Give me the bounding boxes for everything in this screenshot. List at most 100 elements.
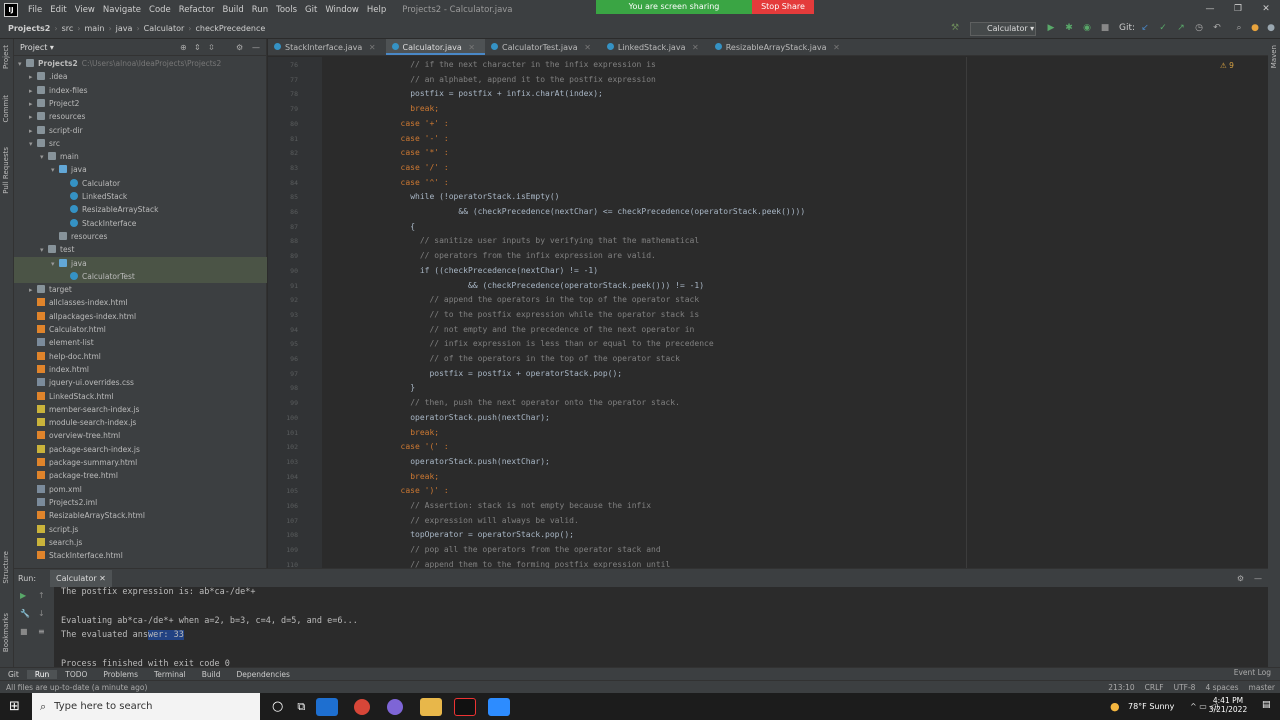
tree-item[interactable]: ▾ java: [14, 256, 267, 270]
bottom-tab[interactable]: Problems: [95, 670, 146, 679]
git-commit-icon[interactable]: ✓: [1158, 23, 1168, 33]
tree-expand-icon[interactable]: ▸: [29, 111, 37, 124]
tree-item[interactable]: ▾ src: [14, 137, 267, 150]
breadcrumb-item[interactable]: checkPrecedence: [191, 24, 269, 33]
intellij-taskbar-icon[interactable]: [454, 697, 477, 716]
settings-gear-icon[interactable]: ⚙: [1237, 574, 1244, 583]
editor-tab[interactable]: LinkedStack.java ✕: [601, 39, 709, 55]
file-explorer-icon[interactable]: [420, 697, 443, 716]
rerun-icon[interactable]: ▶: [20, 591, 26, 600]
tree-item[interactable]: index.html: [14, 363, 267, 376]
run-icon[interactable]: ▶: [1046, 23, 1056, 33]
tree-item[interactable]: CalculatorTest: [14, 269, 267, 283]
tree-item[interactable]: allclasses-index.html: [14, 296, 267, 309]
tree-item[interactable]: ▾ test: [14, 243, 267, 256]
tree-expand-icon[interactable]: ▸: [29, 98, 37, 111]
close-tab-icon[interactable]: ✕: [689, 43, 699, 52]
search-everywhere-icon[interactable]: ⌕: [1234, 23, 1244, 33]
close-tab-icon[interactable]: ✕: [831, 43, 840, 52]
tree-item[interactable]: ResizableArrayStack: [14, 203, 267, 216]
tree-expand-icon[interactable]: ▸: [29, 71, 37, 84]
project-panel-title[interactable]: Project: [20, 43, 47, 52]
commit-tool-label[interactable]: Commit: [2, 95, 10, 123]
updates-icon[interactable]: ●: [1250, 23, 1260, 33]
run-config-select[interactable]: Calculator ▾: [970, 22, 1036, 36]
rollback-icon[interactable]: ↶: [1212, 23, 1222, 33]
zoom-icon[interactable]: [488, 697, 511, 716]
structure-tool-label[interactable]: Structure: [2, 551, 10, 584]
tree-item[interactable]: script.js: [14, 523, 267, 536]
menu-item[interactable]: Help: [363, 5, 390, 15]
hammer-icon[interactable]: ⚒: [950, 23, 960, 33]
bottom-tab[interactable]: Run: [26, 669, 58, 679]
close-icon[interactable]: ✕: [1252, 0, 1280, 19]
minimize-icon[interactable]: —: [1196, 0, 1224, 19]
tree-item[interactable]: ResizableArrayStack.html: [14, 509, 267, 522]
warnings-indicator[interactable]: ⚠ 9: [1220, 61, 1234, 70]
tree-item[interactable]: LinkedStack: [14, 190, 267, 203]
menu-item[interactable]: Edit: [46, 5, 70, 15]
tree-item[interactable]: help-doc.html: [14, 350, 267, 363]
tree-expand-icon[interactable]: ▸: [29, 284, 37, 297]
tree-expand-icon[interactable]: ▾: [40, 151, 48, 164]
editor-tab[interactable]: ResizableArrayStack.java ✕: [709, 39, 850, 55]
soft-wrap-icon[interactable]: ≡: [38, 627, 45, 636]
tree-item[interactable]: ▾ Projects2 C:\Users\alnoa\IdeaProjects\Pr…: [14, 57, 267, 70]
close-tab-icon[interactable]: ✕: [466, 43, 475, 52]
bookmarks-tool-label[interactable]: Bookmarks: [2, 613, 10, 652]
tree-expand-icon[interactable]: ▸: [29, 85, 37, 98]
stop-run-icon[interactable]: ■: [20, 627, 28, 636]
project-tool-label[interactable]: Project: [2, 45, 10, 69]
pull-requests-tool-label[interactable]: Pull Requests: [2, 147, 10, 194]
git-update-icon[interactable]: ↙: [1140, 23, 1150, 33]
tree-item[interactable]: search.js: [14, 536, 267, 549]
tree-item[interactable]: ▸ index-files: [14, 84, 267, 97]
run-console[interactable]: The postfix expression is: ab*ca-/de*+ E…: [54, 587, 1268, 667]
bottom-tab[interactable]: Terminal: [146, 670, 194, 679]
tree-item[interactable]: ▸ target: [14, 283, 267, 296]
menu-item[interactable]: View: [71, 5, 99, 15]
tree-item[interactable]: package-search-index.js: [14, 443, 267, 456]
tree-item[interactable]: ▾ java: [14, 163, 267, 176]
git-branch[interactable]: master: [1244, 683, 1280, 692]
expand-all-icon[interactable]: ⇕: [194, 43, 201, 52]
indent-setting[interactable]: 4 spaces: [1200, 683, 1243, 692]
tree-item[interactable]: member-search-index.js: [14, 403, 267, 416]
tree-item[interactable]: pom.xml: [14, 483, 267, 496]
menu-item[interactable]: Refactor: [175, 5, 219, 15]
chrome-icon[interactable]: [354, 698, 371, 715]
breadcrumb-item[interactable]: src: [58, 24, 78, 33]
editor-tab[interactable]: StackInterface.java ✕: [268, 39, 386, 55]
editor-tab[interactable]: CalculatorTest.java ✕: [485, 39, 601, 55]
debug-icon[interactable]: ✱: [1064, 23, 1074, 33]
menu-item[interactable]: Window: [321, 5, 363, 15]
mail-icon[interactable]: [316, 697, 339, 716]
tree-item[interactable]: resources: [14, 230, 267, 243]
tree-item[interactable]: allpackages-index.html: [14, 310, 267, 323]
cursor-position[interactable]: 213:10: [1103, 683, 1139, 692]
maven-tool-label[interactable]: Maven: [1270, 45, 1278, 68]
tree-item[interactable]: ▸ script-dir: [14, 124, 267, 137]
bottom-tab[interactable]: Dependencies: [229, 670, 298, 679]
coverage-icon[interactable]: ◉: [1082, 23, 1092, 33]
hide-run-icon[interactable]: —: [1254, 574, 1262, 583]
task-view-icon[interactable]: ⧉: [297, 700, 305, 714]
tree-expand-icon[interactable]: ▸: [29, 125, 37, 138]
chrome-profile-icon[interactable]: [387, 698, 404, 715]
run-tab-calculator[interactable]: Calculator ✕: [50, 569, 112, 587]
collapse-all-icon[interactable]: ⇳: [208, 43, 215, 52]
close-tab-icon[interactable]: ✕: [366, 43, 376, 52]
bottom-tab[interactable]: TODO: [57, 670, 95, 679]
tree-item[interactable]: LinkedStack.html: [14, 390, 267, 403]
code-editor[interactable]: // if the next character in the infix ex…: [322, 57, 1268, 568]
hide-panel-icon[interactable]: —: [252, 43, 260, 52]
tree-expand-icon[interactable]: ▾: [40, 244, 48, 257]
clock-time[interactable]: 4:41 PM: [1203, 696, 1253, 705]
menu-item[interactable]: File: [24, 5, 46, 15]
tree-item[interactable]: ▾ main: [14, 150, 267, 163]
scroll-down-icon[interactable]: ↓: [38, 609, 45, 618]
locate-icon[interactable]: ⊕: [180, 43, 187, 52]
menu-item[interactable]: Run: [248, 5, 272, 15]
breadcrumb-item[interactable]: main: [80, 24, 108, 33]
tree-item[interactable]: Calculator.html: [14, 323, 267, 336]
